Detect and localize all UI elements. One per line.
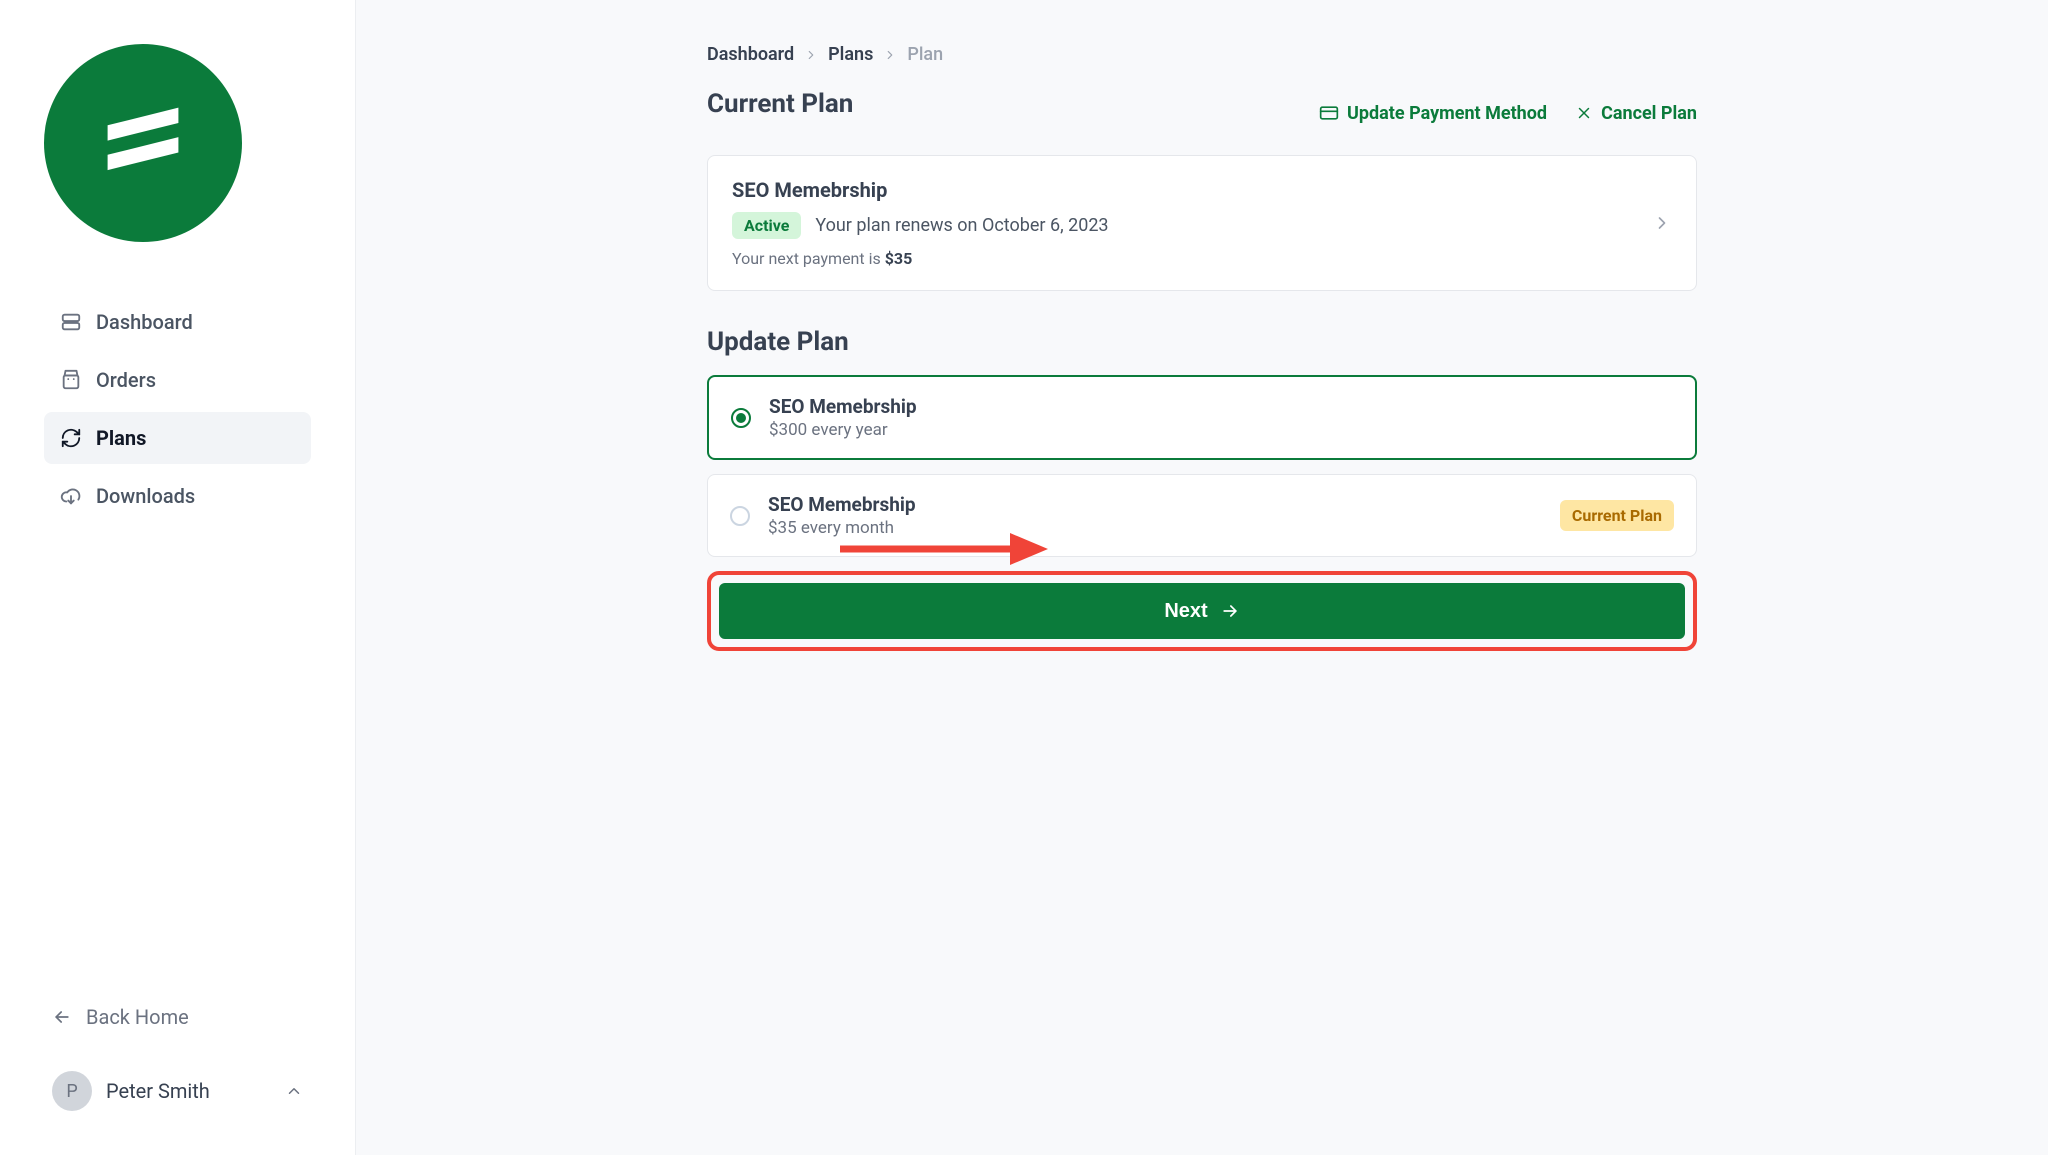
next-payment-prefix: Your next payment is — [732, 249, 885, 268]
sidebar-item-dashboard[interactable]: Dashboard — [44, 296, 311, 348]
plan-option-monthly[interactable]: SEO Memebrship $35 every month Current P… — [707, 474, 1697, 557]
chevron-right-icon — [804, 48, 818, 62]
logo — [44, 44, 311, 242]
back-home-label: Back Home — [86, 1005, 189, 1029]
current-plan-tag: Current Plan — [1560, 500, 1674, 531]
bag-icon — [60, 369, 82, 391]
sidebar-item-orders[interactable]: Orders — [44, 354, 311, 406]
cancel-plan-link[interactable]: Cancel Plan — [1575, 103, 1697, 124]
current-plan-card[interactable]: SEO Memebrship Active Your plan renews o… — [707, 155, 1697, 291]
next-button-label: Next — [1164, 600, 1207, 623]
radio-icon — [730, 506, 750, 526]
user-name: Peter Smith — [106, 1079, 210, 1103]
chevron-up-icon — [285, 1082, 303, 1100]
sidebar: Dashboard Orders Plans Downloads — [0, 0, 356, 1155]
sidebar-item-label: Downloads — [96, 484, 195, 508]
cancel-plan-label: Cancel Plan — [1601, 103, 1697, 124]
update-payment-method-label: Update Payment Method — [1347, 103, 1547, 124]
refresh-icon — [60, 427, 82, 449]
sidebar-item-label: Orders — [96, 368, 156, 392]
avatar: P — [52, 1071, 92, 1111]
download-cloud-icon — [60, 485, 82, 507]
breadcrumb: Dashboard Plans Plan — [707, 44, 1697, 65]
sidebar-nav: Dashboard Orders Plans Downloads — [44, 296, 311, 522]
user-menu[interactable]: P Peter Smith — [44, 1071, 311, 1111]
chevron-right-icon — [1652, 213, 1672, 233]
next-payment-text: Your next payment is $35 — [732, 249, 1109, 268]
status-badge: Active — [732, 212, 801, 239]
sidebar-item-label: Dashboard — [96, 310, 193, 334]
back-home-link[interactable]: Back Home — [44, 1005, 311, 1029]
section-title-current-plan: Current Plan — [707, 89, 853, 119]
arrow-left-icon — [52, 1007, 72, 1027]
plan-option-price: $35 every month — [768, 518, 916, 538]
breadcrumb-plans[interactable]: Plans — [828, 44, 873, 65]
section-title-update-plan: Update Plan — [707, 327, 1697, 357]
next-button[interactable]: Next — [719, 583, 1685, 639]
radio-icon — [731, 408, 751, 428]
current-plan-name: SEO Memebrship — [732, 178, 1109, 202]
sidebar-item-label: Plans — [96, 426, 146, 450]
sidebar-item-plans[interactable]: Plans — [44, 412, 311, 464]
highlight-annotation: Next — [707, 571, 1697, 651]
plan-option-name: SEO Memebrship — [768, 493, 916, 516]
arrow-right-icon — [1220, 601, 1240, 621]
main-content: Dashboard Plans Plan Current Plan Update… — [356, 0, 2048, 1155]
credit-card-icon — [1319, 103, 1339, 123]
plan-option-price: $300 every year — [769, 420, 917, 440]
close-icon — [1575, 104, 1593, 122]
breadcrumb-dashboard[interactable]: Dashboard — [707, 44, 794, 65]
plan-option-name: SEO Memebrship — [769, 395, 917, 418]
plan-option-yearly[interactable]: SEO Memebrship $300 every year — [707, 375, 1697, 460]
server-icon — [60, 311, 82, 333]
avatar-initial: P — [66, 1081, 77, 1102]
update-payment-method-link[interactable]: Update Payment Method — [1319, 103, 1547, 124]
sidebar-item-downloads[interactable]: Downloads — [44, 470, 311, 522]
renew-text: Your plan renews on October 6, 2023 — [815, 215, 1108, 236]
brand-logo-icon — [44, 44, 242, 242]
chevron-right-icon — [883, 48, 897, 62]
breadcrumb-plan: Plan — [907, 44, 943, 65]
next-payment-amount: $35 — [885, 249, 913, 268]
